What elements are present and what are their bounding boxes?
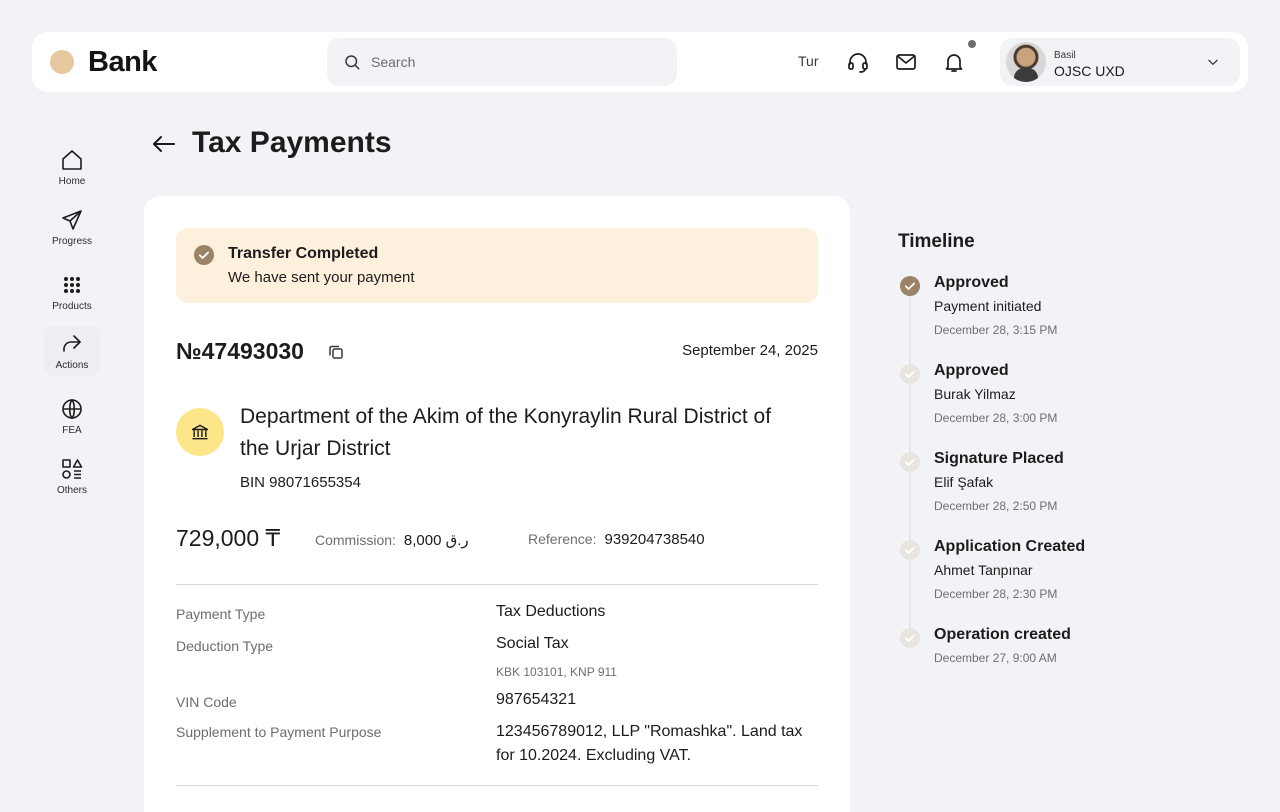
alert-message: We have sent your payment [228, 269, 415, 286]
grid-icon [64, 276, 80, 293]
profile-selector[interactable]: Basil OJSC UXD [1000, 38, 1240, 86]
supplement-value: 123456789012, LLP "Romashka". Land tax f… [496, 723, 803, 764]
deduction-type-value: Social Tax [496, 635, 569, 652]
payment-details-card: Transfer Completed We have sent your pay… [144, 196, 850, 812]
check-circle-icon [900, 540, 920, 560]
back-arrow-icon[interactable] [150, 132, 178, 156]
profile-user-name: Basil [1054, 50, 1076, 61]
sidebar-item-label: FEA [62, 424, 82, 436]
commission: Commission: ر.ق 8,000 [315, 531, 469, 549]
timeline-title: Timeline [898, 231, 975, 252]
sidebar-item-progress[interactable]: Progress [44, 202, 100, 252]
bank-building-icon [191, 424, 209, 440]
reference-label: Reference: [528, 531, 597, 547]
document-number: №47493030 [176, 338, 304, 364]
timeline-step-title: Approved [934, 274, 1009, 291]
timeline-step-title: Signature Placed [934, 450, 1064, 467]
notification-badge [968, 40, 976, 48]
copy-icon[interactable] [327, 343, 345, 361]
timeline-step-title: Operation created [934, 626, 1071, 643]
check-circle-icon [194, 245, 214, 265]
check-circle-icon [900, 452, 920, 472]
payment-type-value: Tax Deductions [496, 603, 606, 620]
share-arrow-icon [63, 334, 81, 352]
mail-icon[interactable] [894, 50, 918, 74]
shapes-icon [62, 458, 83, 479]
payment-type-label: Payment Type [176, 606, 266, 622]
page-title: Tax Payments [192, 126, 392, 159]
timeline-step-date: December 28, 2:50 PM [934, 499, 1058, 513]
reference-value: 939204738540 [604, 531, 705, 548]
timeline-step-date: December 28, 3:00 PM [934, 411, 1058, 425]
check-circle-icon [900, 628, 920, 648]
timeline-step-name: Payment initiated [934, 298, 1042, 314]
logo[interactable]: Bank [50, 46, 157, 78]
timeline-step-name: Burak Yilmaz [934, 386, 1016, 402]
send-icon [62, 209, 82, 230]
chevron-down-icon [1208, 59, 1218, 65]
sidebar-item-products[interactable]: Products [44, 267, 100, 317]
sidebar-item-label: Others [56, 484, 87, 496]
search-icon [345, 55, 360, 70]
avatar [1006, 42, 1046, 82]
sidebar-item-home[interactable]: Home [44, 142, 100, 192]
check-circle-icon [900, 276, 920, 296]
recipient-bin: BIN 98071655354 [240, 474, 361, 491]
commission-label: Commission: [315, 532, 396, 548]
top-header: Bank Tur Basil OJSC UXD [32, 32, 1248, 92]
supplement-label: Supplement to Payment Purpose [176, 724, 382, 740]
alert-title: Transfer Completed [228, 245, 379, 262]
vin-code-value: 987654321 [496, 691, 577, 708]
timeline-step-name: Ahmet Tanpınar [934, 562, 1033, 578]
sidebar-item-label: Progress [51, 235, 92, 247]
sidebar-item-label: Actions [55, 359, 89, 371]
commission-value: ر.ق 8,000 [403, 532, 469, 549]
sidebar-item-fea[interactable]: FEA [44, 391, 100, 441]
timeline-step-title: Approved [934, 362, 1009, 379]
recipient-avatar [176, 408, 224, 456]
profile-company-name: OJSC UXD [1054, 63, 1125, 79]
deduction-type-codes: KBK 103101, KNP 911 [496, 665, 617, 679]
divider [176, 584, 818, 585]
timeline-step-date: December 27, 9:00 AM [934, 651, 1057, 665]
search-box[interactable] [327, 38, 677, 86]
document-date: September 24, 2025 [682, 342, 818, 359]
logo-mark [50, 50, 74, 74]
search-input[interactable] [371, 54, 651, 70]
timeline-step-title: Application Created [934, 538, 1086, 555]
globe-icon [62, 398, 82, 419]
sidebar-item-label: Products [52, 300, 92, 312]
divider [176, 785, 818, 786]
timeline-step-date: December 28, 2:30 PM [934, 587, 1058, 601]
timeline-step-date: December 28, 3:15 PM [934, 323, 1058, 337]
vin-code-label: VIN Code [176, 694, 237, 710]
logo-text: Bank [88, 46, 157, 78]
payment-amount: 729,000 ₸ [176, 525, 281, 551]
success-alert: Transfer Completed We have sent your pay… [176, 228, 818, 303]
home-icon [62, 149, 82, 170]
sidebar-item-actions[interactable]: Actions [44, 326, 100, 376]
notification-bell-icon[interactable] [942, 50, 966, 74]
sidebar-item-others[interactable]: Others [44, 451, 100, 501]
recipient-name: Department of the Akim of the Konyraylin… [240, 405, 772, 460]
support-headset-icon[interactable] [846, 50, 870, 74]
check-circle-icon [900, 364, 920, 384]
deduction-type-label: Deduction Type [176, 638, 274, 654]
reference: Reference: 939204738540 [528, 531, 705, 548]
sidebar-item-label: Home [58, 175, 86, 187]
language-switch[interactable]: Tur [798, 53, 818, 69]
timeline-step-name: Elif Şafak [934, 474, 994, 490]
